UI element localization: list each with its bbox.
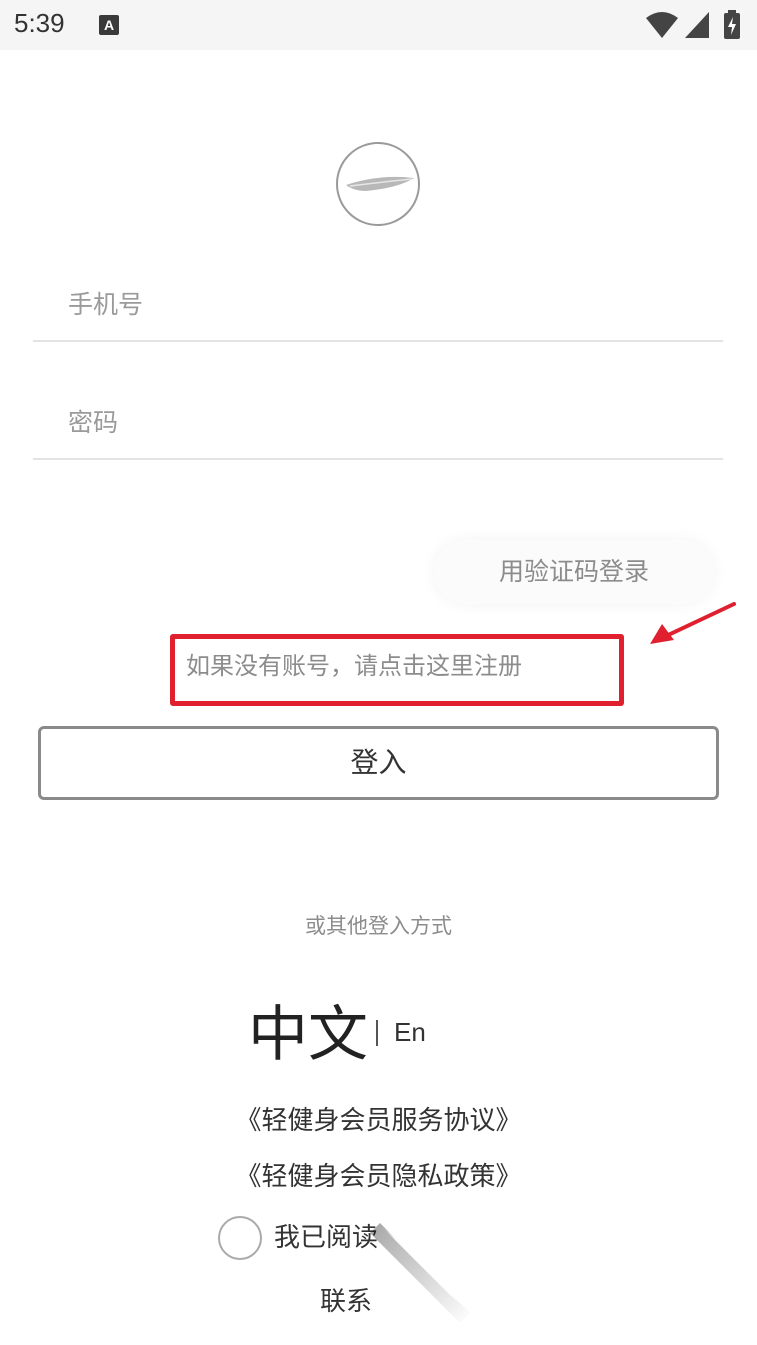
password-field bbox=[33, 380, 723, 460]
sms-code-login-button[interactable]: 用验证码登录 bbox=[434, 540, 714, 604]
password-input[interactable] bbox=[68, 404, 668, 440]
other-login-label: 或其他登入方式 bbox=[305, 914, 452, 938]
language-zh-option[interactable]: 中文 bbox=[248, 1000, 368, 1070]
language-divider bbox=[376, 1020, 378, 1046]
toast-shadow-overlay bbox=[370, 1215, 480, 1323]
wifi-icon bbox=[646, 12, 678, 38]
app-logo bbox=[336, 142, 420, 226]
status-bar: 5:39 A bbox=[0, 0, 757, 50]
keyboard-notification-icon: A bbox=[99, 15, 119, 35]
feather-icon bbox=[346, 176, 414, 191]
language-en-option[interactable]: En bbox=[394, 1014, 426, 1050]
phone-input[interactable] bbox=[68, 286, 668, 322]
phone-field bbox=[33, 262, 723, 342]
consent-radio[interactable] bbox=[218, 1216, 262, 1260]
privacy-policy-link[interactable]: 《轻健身会员隐私政策》 bbox=[0, 1156, 757, 1193]
annotation-arrow-icon bbox=[650, 602, 736, 644]
register-link[interactable]: 如果没有账号，请点击这里注册 bbox=[186, 648, 522, 684]
service-agreement-link[interactable]: 《轻健身会员服务协议》 bbox=[0, 1100, 757, 1137]
status-icons bbox=[645, 10, 745, 40]
status-time: 5:39 bbox=[14, 8, 65, 38]
battery-charging-icon bbox=[724, 10, 740, 39]
login-button[interactable]: 登入 bbox=[38, 726, 719, 800]
signal-icon bbox=[685, 12, 709, 38]
